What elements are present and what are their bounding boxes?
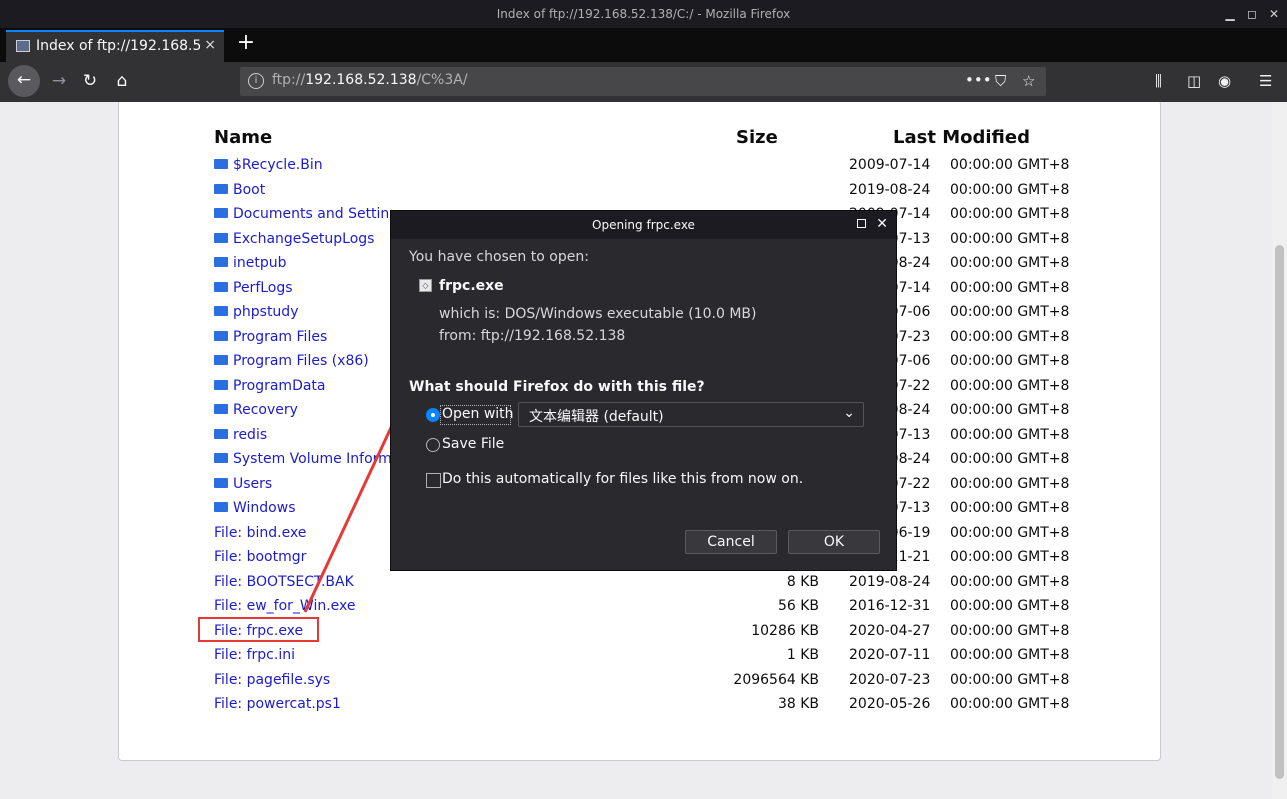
open-with-app-value: 文本编辑器 (default) [529, 409, 664, 425]
file-source-info: from: ftp://192.168.52.138 [439, 328, 626, 344]
open-with-app-select[interactable]: 文本编辑器 (default) ⌄ [518, 402, 864, 427]
ok-button[interactable]: OK [788, 530, 880, 554]
cancel-button[interactable]: Cancel [685, 530, 777, 554]
save-file-label[interactable]: Save File [442, 436, 504, 452]
action-question: What should Firefox do with this file? [409, 379, 705, 395]
open-with-label[interactable]: Open with [442, 406, 514, 422]
auto-action-label[interactable]: Do this automatically for files like thi… [442, 471, 803, 487]
dialog-title: Opening frpc.exe [391, 211, 896, 239]
file-type-info: which is: DOS/Windows executable (10.0 M… [439, 306, 757, 322]
chosen-to-open-label: You have chosen to open: [409, 249, 589, 265]
open-with-radio[interactable] [426, 408, 440, 422]
executable-file-icon: ◇ [419, 279, 432, 292]
save-file-radio[interactable] [426, 438, 440, 452]
dialog-filename: frpc.exe [439, 278, 504, 294]
opening-file-dialog: Opening frpc.exe ✕ You have chosen to op… [390, 210, 897, 571]
chevron-down-icon: ⌄ [843, 405, 855, 421]
dialog-close-icon[interactable]: ✕ [876, 216, 888, 232]
dialog-maximize-icon[interactable] [857, 219, 866, 228]
auto-action-checkbox[interactable] [426, 473, 441, 488]
